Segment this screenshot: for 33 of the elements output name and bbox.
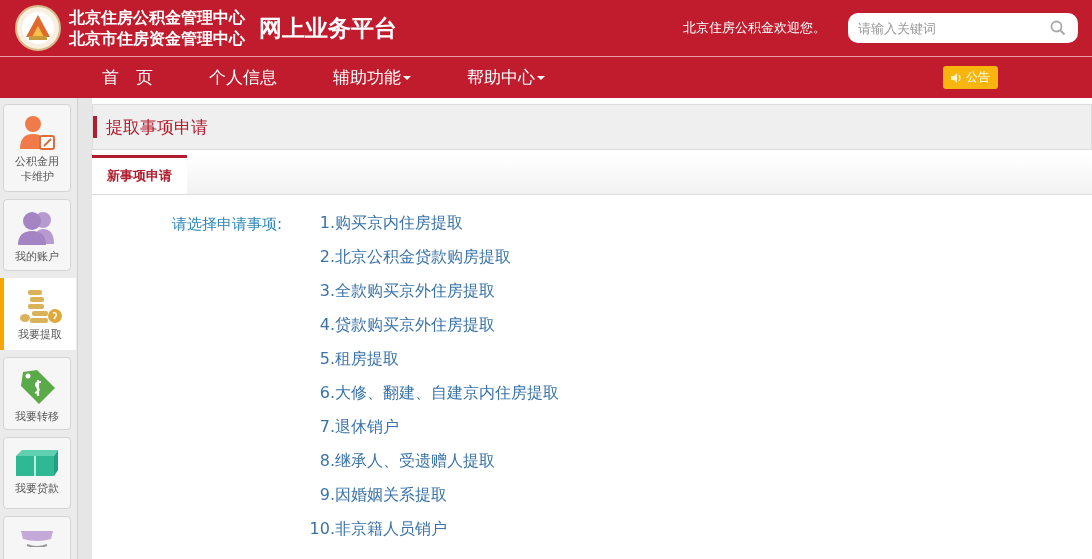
sidebar-item[interactable]: 公积金用卡维护 (3, 104, 71, 192)
search-field[interactable]: 请输入关键词 (848, 13, 1078, 43)
platform-title: 网上业务平台 (259, 12, 397, 43)
option-link[interactable]: 9.因婚姻关系提取 (308, 485, 559, 519)
welcome-text: 北京住房公积金欢迎您。 (683, 19, 826, 37)
sidebar-item[interactable]: 我要转移 (3, 357, 71, 430)
person-edit-icon (17, 115, 57, 151)
nav-link[interactable]: 帮助中心 (467, 66, 545, 89)
option-link[interactable]: 6.大修、翻建、自建京内住房提取 (308, 383, 559, 417)
option-link[interactable]: 4.贷款购买京外住房提取 (308, 315, 559, 349)
option-link[interactable]: 8.继承人、受遗赠人提取 (308, 451, 559, 485)
tab[interactable]: 新事项申请 (92, 155, 187, 194)
speaker-icon (951, 72, 962, 83)
sidebar-item[interactable]: 我的账户 (3, 199, 71, 271)
option-link[interactable]: 3.全款购买京外住房提取 (308, 281, 559, 315)
bills-icon (14, 448, 60, 478)
organization-name: 北京市住房资金管理中心 (69, 28, 245, 49)
organization-name: 北京住房公积金管理中心 (69, 7, 245, 28)
coins-icon (18, 288, 62, 324)
emblem-logo (15, 5, 61, 51)
search-icon[interactable] (1050, 20, 1066, 36)
option-link[interactable]: 7.退休销户 (308, 417, 559, 451)
sidebar-item[interactable]: 我要贷款 (3, 437, 71, 509)
nav-link[interactable]: 首 页 (102, 66, 153, 89)
option-link[interactable]: 1.购买京内住房提取 (308, 213, 559, 247)
sidebar-item[interactable]: 我要提取 (0, 278, 76, 350)
nav-link[interactable]: 个人信息 (209, 66, 277, 89)
option-link[interactable]: 2.北京公积金贷款购房提取 (308, 247, 559, 281)
prompt-label: 请选择申请事项: (172, 215, 284, 235)
nav-link[interactable]: 辅助功能 (333, 66, 411, 89)
page-title: 提取事项申请 (106, 115, 208, 139)
option-link[interactable]: 10.非京籍人员销户 (308, 519, 559, 553)
option-link[interactable]: 5.租房提取 (308, 349, 559, 383)
